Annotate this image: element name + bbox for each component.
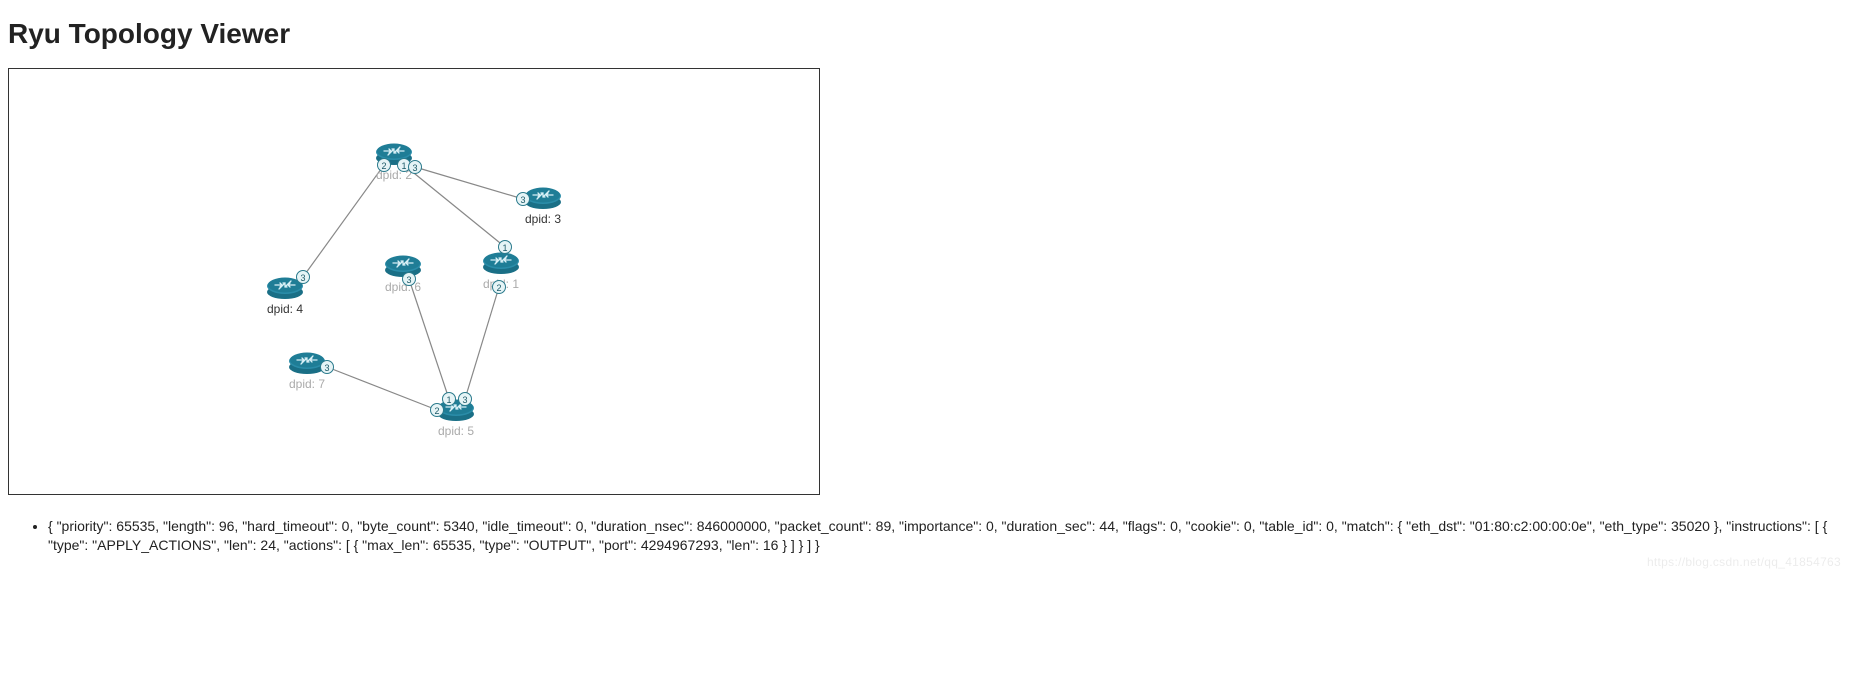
topology-link <box>409 279 449 399</box>
port-badge: 1 <box>498 240 512 254</box>
port-badge: 3 <box>320 360 334 374</box>
switch-node-s6[interactable]: dpid: 6 <box>383 250 423 294</box>
flow-entry: { "priority": 65535, "length": 96, "hard… <box>48 517 1828 555</box>
flow-entry-list: { "priority": 65535, "length": 96, "hard… <box>8 517 1851 555</box>
switch-label: dpid: 3 <box>523 212 563 226</box>
port-badge: 3 <box>296 270 310 284</box>
port-badge: 3 <box>402 272 416 286</box>
switch-label: dpid: 4 <box>265 302 305 316</box>
switch-label: dpid: 7 <box>287 377 327 391</box>
port-badge: 3 <box>516 192 530 206</box>
topology-canvas[interactable]: dpid: 1 dpid: 2 dpid: 3 dpid: 4 <box>8 68 820 495</box>
topology-link <box>404 165 505 247</box>
port-badge: 2 <box>377 158 391 172</box>
switch-node-s3[interactable]: dpid: 3 <box>523 182 563 226</box>
switch-label: dpid: 5 <box>436 424 476 438</box>
port-badge: 3 <box>408 160 422 174</box>
topology-link <box>415 167 523 199</box>
watermark: https://blog.csdn.net/qq_41854763 <box>1647 555 1841 569</box>
port-badge: 2 <box>492 280 506 294</box>
port-badge: 3 <box>458 392 472 406</box>
page-title: Ryu Topology Viewer <box>8 18 1851 50</box>
topology-link <box>303 165 384 277</box>
topology-link <box>465 287 499 399</box>
topology-link <box>327 367 437 410</box>
port-badge: 2 <box>430 403 444 417</box>
port-badge: 1 <box>442 392 456 406</box>
